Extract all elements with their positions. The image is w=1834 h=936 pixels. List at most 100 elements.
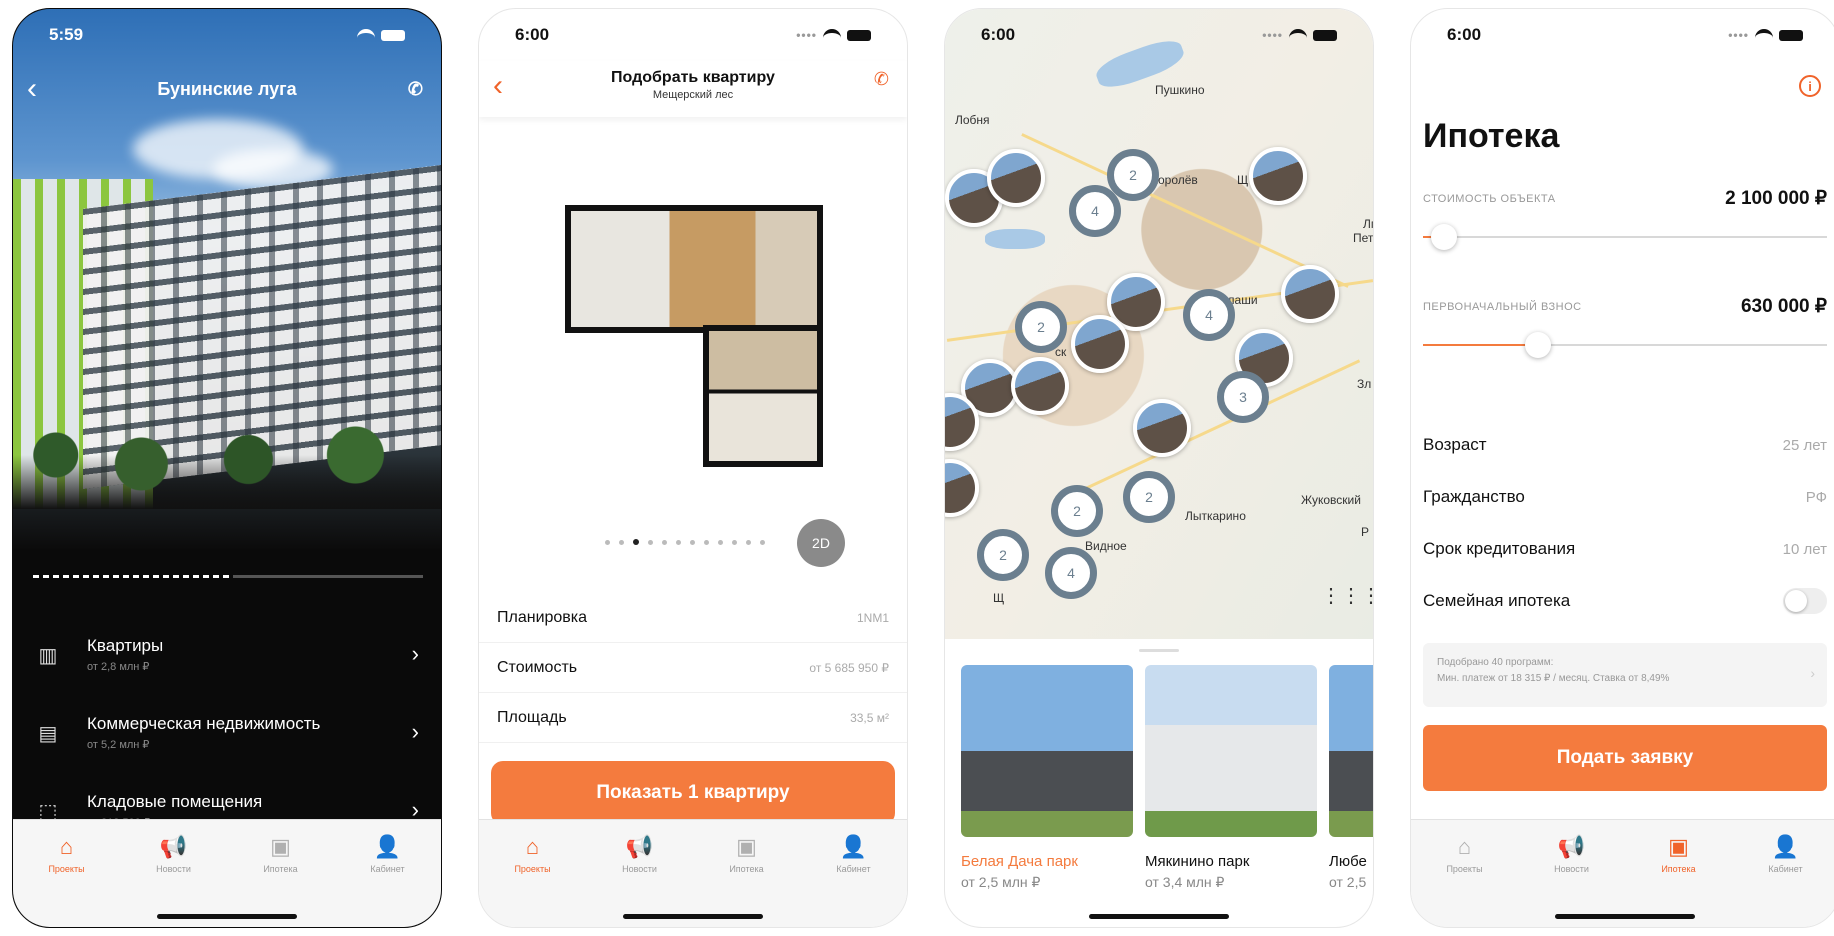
project-card-name: Любе <box>1329 853 1367 870</box>
project-card[interactable]: Белая Дача парк от 2,5 млн ₽ <box>961 665 1133 891</box>
project-pin[interactable] <box>1071 315 1129 373</box>
tab-label: Кабинет <box>836 864 871 874</box>
project-pin[interactable] <box>1133 399 1191 457</box>
back-icon[interactable]: ‹ <box>493 69 503 103</box>
home-indicator <box>1089 914 1229 919</box>
programs-summary[interactable]: Подобрано 40 программ: Мин. платеж от 18… <box>1423 643 1827 707</box>
back-icon[interactable]: ‹ <box>27 72 37 106</box>
trees <box>13 419 441 509</box>
row-value: 10 лет <box>1782 540 1827 558</box>
menu-item-commercial[interactable]: ▤ Коммерческая недвижимость от 5,2 млн ₽… <box>13 693 441 771</box>
tab-projects[interactable]: ⌂ Проекты <box>1425 834 1505 927</box>
project-pin[interactable] <box>1249 147 1307 205</box>
slider-knob[interactable] <box>1430 224 1457 250</box>
tab-label: Ипотека <box>729 864 764 874</box>
sheet-handle[interactable] <box>1139 649 1179 652</box>
tab-label: Проекты <box>1446 864 1483 874</box>
map-road <box>1059 359 1361 502</box>
project-pin[interactable] <box>987 149 1045 207</box>
phone-icon[interactable]: ✆ <box>408 79 423 100</box>
project-card-image <box>961 665 1133 837</box>
map-label: Лобня <box>955 113 990 127</box>
map-label: Р <box>1361 525 1370 539</box>
tab-projects[interactable]: ⌂ Проекты <box>493 834 573 927</box>
slider-knob[interactable] <box>1525 332 1552 358</box>
tab-cabinet[interactable]: 👤 Кабинет <box>1746 834 1826 927</box>
row-value: 33,5 м² <box>850 710 889 725</box>
row-label: Площадь <box>497 708 567 726</box>
menu-item-title: Квартиры <box>87 635 164 655</box>
project-card-price: от 2,5 млн ₽ <box>961 874 1041 890</box>
floor-plan-image[interactable] <box>565 205 823 467</box>
project-card-price: от 2,5 <box>1329 874 1367 890</box>
row-label: Срок кредитования <box>1423 539 1576 558</box>
screen-map: Лобня Пушкино Королёв Щ Балаши Лп Пет Зл… <box>944 8 1374 928</box>
map-label: Пушкино <box>1155 83 1205 97</box>
view-2d-button[interactable]: 2D <box>797 519 845 567</box>
submit-application-button[interactable]: Подать заявку <box>1423 725 1827 791</box>
tab-cabinet[interactable]: 👤 Кабинет <box>814 834 894 927</box>
user-icon: 👤 <box>1771 834 1800 859</box>
page-subtitle: Мещерский лес <box>652 89 734 101</box>
mortgage-icon: ▣ <box>736 834 757 859</box>
wifi-icon <box>1289 29 1307 41</box>
row-value: РФ <box>1805 488 1827 506</box>
map-view[interactable]: Лобня Пушкино Королёв Щ Балаши Лп Пет Зл… <box>945 9 1373 639</box>
menu-item-apartments[interactable]: ▥ Квартиры от 2,8 млн ₽ › <box>13 615 441 693</box>
project-card[interactable]: Любе от 2,5 <box>1329 665 1373 891</box>
programs-count: Подобрано 40 программ: <box>1437 657 1554 668</box>
info-icon[interactable]: i <box>1799 75 1821 97</box>
battery-icon <box>1313 29 1337 41</box>
map-cluster[interactable]: 2 <box>1051 485 1103 537</box>
row-value: 25 лет <box>1782 436 1827 454</box>
map-cluster[interactable]: 2 <box>1123 471 1175 523</box>
megaphone-icon: 📢 <box>625 834 654 859</box>
map-cluster[interactable]: 2 <box>977 529 1029 581</box>
map-cluster[interactable]: 4 <box>1183 289 1235 341</box>
tab-label: Кабинет <box>1768 864 1803 874</box>
home-indicator <box>623 914 763 919</box>
map-cluster[interactable]: 3 <box>1217 371 1269 423</box>
map-cluster[interactable]: 2 <box>1107 149 1159 201</box>
row-value: от 5 685 950 ₽ <box>809 660 889 675</box>
map-label: Пет <box>1353 231 1374 245</box>
map-cluster[interactable]: 4 <box>1045 547 1097 599</box>
status-time: 6:00 <box>515 25 550 44</box>
project-pin[interactable] <box>1011 357 1069 415</box>
project-pin[interactable] <box>945 459 979 517</box>
grid-icon[interactable]: ⋮⋮⋮ <box>1321 583 1373 608</box>
project-card-price: от 3,4 млн ₽ <box>1145 874 1225 890</box>
down-payment-field: ПЕРВОНАЧАЛЬНЫЙ ВЗНОС 630 000 ₽ <box>1423 295 1827 360</box>
citizenship-row[interactable]: Гражданство РФ <box>1423 471 1827 523</box>
screen-mortgage: 6:00 •••• i Ипотека СТОИМОСТЬ ОБЪЕКТА 2 … <box>1410 8 1834 928</box>
map-water <box>985 229 1045 249</box>
user-icon: 👤 <box>373 834 402 859</box>
family-mortgage-toggle[interactable] <box>1783 588 1827 614</box>
chevron-right-icon: › <box>411 719 419 744</box>
term-row[interactable]: Срок кредитования 10 лет <box>1423 523 1827 575</box>
show-apartment-button[interactable]: Показать 1 квартиру <box>491 761 895 825</box>
down-payment-slider[interactable] <box>1423 330 1827 360</box>
plan-pager[interactable] <box>605 539 765 545</box>
map-cluster[interactable]: 2 <box>1015 301 1067 353</box>
gallery-progress <box>33 575 423 578</box>
cost-slider[interactable] <box>1423 222 1827 252</box>
row-label: Планировка <box>497 608 588 626</box>
age-row[interactable]: Возраст 25 лет <box>1423 419 1827 471</box>
tab-cabinet[interactable]: 👤 Кабинет <box>348 834 428 927</box>
project-pin[interactable] <box>1281 265 1339 323</box>
menu-item-title: Кладовые помещения <box>87 791 263 811</box>
project-card-name: Белая Дача парк <box>961 853 1078 870</box>
home-icon: ⌂ <box>59 834 74 859</box>
row-label: Возраст <box>1423 435 1487 454</box>
map-label: Щ <box>1237 173 1249 187</box>
phone-icon[interactable]: ✆ <box>874 69 889 90</box>
screen-project: 5:59 ‹ Бунинские луга ✆ ▥ Квартиры от 2,… <box>12 8 442 928</box>
map-label: Лыткарино <box>1185 509 1246 523</box>
tab-projects[interactable]: ⌂ Проекты <box>27 834 107 927</box>
chevron-right-icon: › <box>411 641 419 666</box>
tab-label: Проекты <box>48 864 85 874</box>
user-icon: 👤 <box>839 834 868 859</box>
menu-item-title: Коммерческая недвижимость <box>87 713 321 733</box>
project-card[interactable]: Мякинино парк от 3,4 млн ₽ <box>1145 665 1317 891</box>
